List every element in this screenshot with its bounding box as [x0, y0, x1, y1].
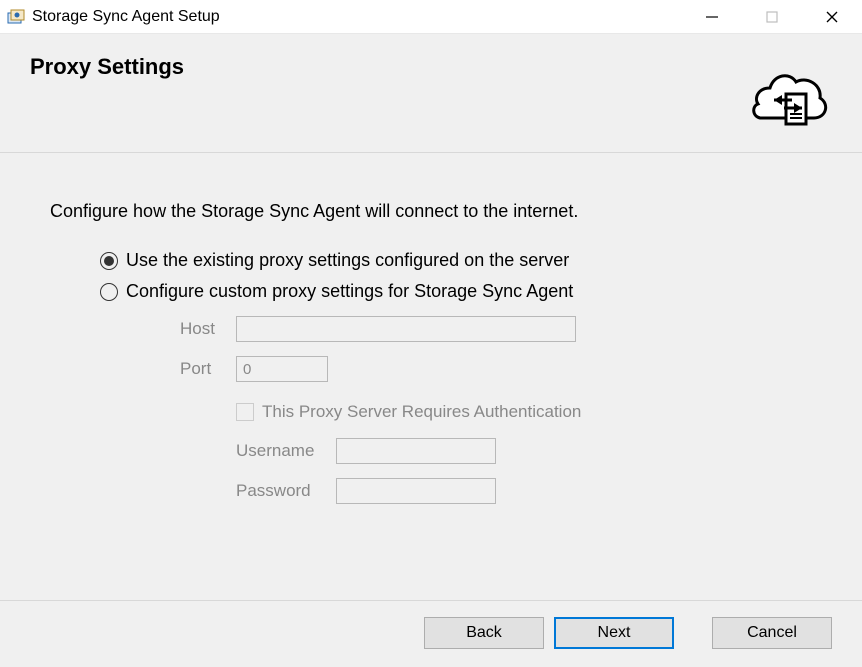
username-row: Username — [236, 438, 812, 464]
port-row: Port — [180, 356, 812, 382]
setup-window: Storage Sync Agent Setup Proxy Settings — [0, 0, 862, 667]
radio-icon — [100, 252, 118, 270]
port-label: Port — [180, 359, 236, 379]
host-row: Host — [180, 316, 812, 342]
custom-proxy-fields: Host Port This Proxy Server Requires Aut… — [100, 316, 812, 504]
app-icon — [6, 7, 26, 27]
radio-icon — [100, 283, 118, 301]
radio-use-existing-label: Use the existing proxy settings configur… — [126, 250, 569, 271]
next-button[interactable]: Next — [554, 617, 674, 649]
window-title: Storage Sync Agent Setup — [32, 8, 682, 26]
password-row: Password — [236, 478, 812, 504]
back-button[interactable]: Back — [424, 617, 544, 649]
port-input[interactable] — [236, 356, 328, 382]
cancel-button[interactable]: Cancel — [712, 617, 832, 649]
cloud-sync-icon — [748, 54, 832, 130]
checkbox-icon — [236, 403, 254, 421]
wizard-footer: Back Next Cancel — [0, 600, 862, 667]
close-button[interactable] — [802, 0, 862, 33]
password-input[interactable] — [336, 478, 496, 504]
wizard-header: Proxy Settings — [0, 34, 862, 153]
radio-custom[interactable]: Configure custom proxy settings for Stor… — [100, 281, 812, 302]
password-label: Password — [236, 481, 336, 501]
window-controls — [682, 0, 862, 33]
proxy-mode-group: Use the existing proxy settings configur… — [50, 250, 812, 504]
radio-custom-label: Configure custom proxy settings for Stor… — [126, 281, 573, 302]
wizard-content: Configure how the Storage Sync Agent wil… — [0, 153, 862, 600]
host-label: Host — [180, 319, 236, 339]
auth-checkbox-row[interactable]: This Proxy Server Requires Authenticatio… — [236, 402, 812, 422]
titlebar: Storage Sync Agent Setup — [0, 0, 862, 34]
auth-checkbox-label: This Proxy Server Requires Authenticatio… — [262, 402, 581, 422]
host-input[interactable] — [236, 316, 576, 342]
radio-use-existing[interactable]: Use the existing proxy settings configur… — [100, 250, 812, 271]
intro-text: Configure how the Storage Sync Agent wil… — [50, 201, 812, 222]
username-label: Username — [236, 441, 336, 461]
username-input[interactable] — [336, 438, 496, 464]
minimize-button[interactable] — [682, 0, 742, 33]
maximize-button — [742, 0, 802, 33]
page-title: Proxy Settings — [30, 54, 184, 80]
